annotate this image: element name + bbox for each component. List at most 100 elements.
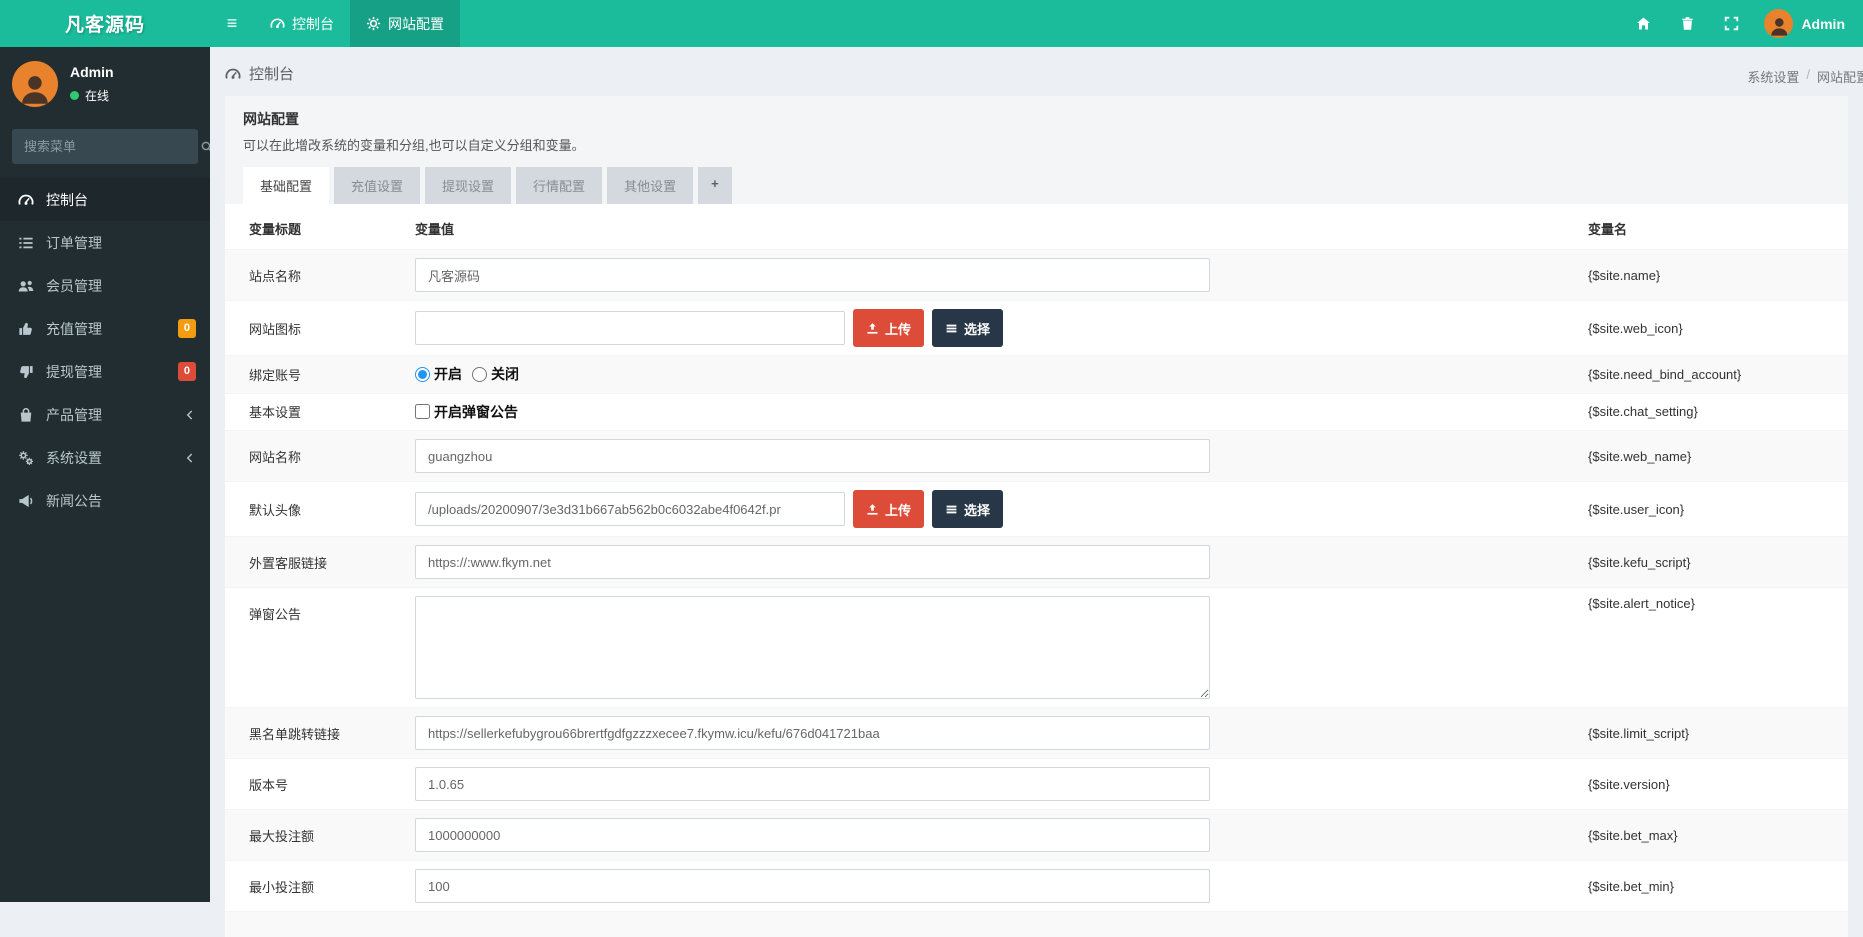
variable-name: {$site.web_name} — [1588, 448, 1692, 464]
site-bet-max-input[interactable] — [415, 818, 1210, 852]
sidebar-item-6[interactable]: 系统设置 — [0, 436, 210, 479]
sidebar-item-7[interactable]: 新闻公告 — [0, 479, 210, 522]
sidebar-search — [12, 129, 214, 164]
row-label: 黑名单跳转链接 — [249, 726, 341, 742]
chevron-left-icon — [184, 409, 196, 421]
clear-cache-button[interactable] — [1668, 0, 1706, 47]
status-badge: 0 — [177, 319, 196, 338]
sidebar-user-panel: Admin 在线 — [0, 47, 210, 121]
sidebar-item-label: 提现管理 — [46, 363, 102, 380]
config-panel: 网站配置 可以在此增改系统的变量和分组,也可以自定义分组和变量。 基础配置 充值设… — [225, 96, 1848, 937]
dashboard-icon — [270, 16, 285, 31]
sidebar: Admin 在线 控制台订单管理会员管理充值管理 0 提现管理 0 产品管理系统设置新闻… — [0, 47, 214, 902]
navbar-tabs: 控制台 网站配置 — [254, 0, 460, 47]
row-label: 网站图标 — [249, 321, 302, 337]
config-tab-0[interactable]: 基础配置 — [243, 167, 330, 204]
radio-option-0[interactable]: 开启 — [415, 364, 462, 384]
variable-name: {$site.name} — [1588, 267, 1661, 283]
navbar-tab-0[interactable]: 控制台 — [254, 0, 350, 47]
upload-button[interactable]: 上传 — [853, 309, 925, 347]
sidebar-item-label: 系统设置 — [46, 449, 102, 466]
table-row: 弹窗公告 {$site.alert_notice} — [225, 587, 1848, 708]
sidebar-item-4[interactable]: 提现管理 0 — [0, 350, 210, 393]
upload-button[interactable]: 上传 — [853, 490, 925, 528]
home-icon — [1636, 16, 1651, 31]
radio-option-1[interactable]: 关闭 — [472, 364, 519, 384]
select-button[interactable]: 选择 — [932, 490, 1004, 528]
sidebar-item-5[interactable]: 产品管理 — [0, 393, 210, 436]
site-alert-notice-textarea[interactable] — [415, 596, 1210, 699]
breadcrumb-section[interactable]: 系统设置 — [1747, 67, 1799, 86]
user-menu[interactable]: Admin — [1756, 9, 1845, 38]
config-tab-1[interactable]: 充值设置 — [334, 167, 421, 204]
upload-icon — [866, 322, 879, 335]
fullscreen-button[interactable] — [1712, 0, 1750, 47]
variable-name: {$site.alert_notice} — [1588, 596, 1695, 611]
navbar-tab-label: 控制台 — [292, 15, 334, 32]
table-header-row: 变量标题 变量值 变量名 — [225, 204, 1848, 250]
variable-name: {$site.kefu_script} — [1588, 554, 1691, 570]
site-kefu-script-input[interactable] — [415, 545, 1210, 579]
expand-icon — [1724, 16, 1739, 31]
sidebar-item-0[interactable]: 控制台 — [0, 178, 210, 221]
row-label: 站点名称 — [249, 268, 302, 284]
variable-name: {$site.bet_min} — [1588, 878, 1675, 894]
site-chat-setting-checkbox[interactable] — [415, 404, 430, 419]
config-tab-4[interactable]: 其他设置 — [607, 167, 694, 204]
row-label: 绑定账号 — [249, 367, 302, 383]
avatar — [12, 61, 58, 107]
site-user-icon-input[interactable] — [415, 492, 845, 526]
row-label: 默认头像 — [249, 502, 302, 518]
breadcrumb-separator: / — [1806, 67, 1810, 82]
site-bet-min-input[interactable] — [415, 869, 1210, 903]
sidebar-item-label: 充值管理 — [46, 320, 102, 337]
variable-name: {$site.version} — [1588, 776, 1670, 792]
sidebar-item-2[interactable]: 会员管理 — [0, 264, 210, 307]
bars-icon — [945, 322, 958, 335]
site-web-icon-input[interactable] — [415, 311, 845, 345]
search-input[interactable] — [24, 139, 200, 154]
table-row: 最小投注额 {$site.bet_min} — [225, 860, 1848, 912]
site-need-bind-account-radio-0[interactable] — [415, 366, 430, 382]
breadcrumb-page[interactable]: 网站配置 — [1817, 67, 1863, 86]
variable-name: {$site.chat_setting} — [1588, 404, 1698, 420]
row-value-cell — [415, 861, 1588, 912]
sidebar-item-1[interactable]: 订单管理 — [0, 221, 210, 264]
config-tab-3[interactable]: 行情配置 — [516, 167, 603, 204]
table-row: 网站名称 {$site.web_name} — [225, 430, 1848, 482]
select-button[interactable]: 选择 — [932, 309, 1004, 347]
gears-icon — [16, 450, 35, 466]
variable-name: {$site.web_icon} — [1588, 320, 1683, 336]
sidebar-item-3[interactable]: 充值管理 0 — [0, 307, 210, 350]
row-value-cell — [415, 588, 1588, 708]
sidebar-menu: 控制台 订单管理 会员管理充值管理 0 提现管理 0 产品管理系统设置新闻公告 — [0, 178, 210, 522]
thumb-up-icon — [16, 321, 35, 337]
site-version-input[interactable] — [415, 767, 1210, 801]
brand-logo[interactable]: 凡客源码 — [0, 0, 210, 47]
site-name-input[interactable] — [415, 258, 1210, 292]
checkbox-option-0[interactable]: 开启弹窗公告 — [415, 402, 518, 422]
dashboard-icon — [225, 66, 241, 82]
top-navbar: 凡客源码 ≡ 控制台 网站配置 Admin — [0, 0, 1863, 47]
status-badge: 0 — [177, 362, 196, 381]
column-header: 变量标题 — [249, 222, 302, 237]
site-limit-script-input[interactable] — [415, 716, 1210, 750]
panel-tabs: 基础配置 充值设置 提现设置 行情配置 其他设置 + — [243, 167, 1830, 204]
site-web-name-input[interactable] — [415, 439, 1210, 473]
table-row: 默认头像 上传选择 {$site.user_icon} — [225, 481, 1848, 537]
row-label: 最小投注额 — [249, 879, 315, 895]
table-row: 版本号 {$site.version} — [225, 758, 1848, 810]
navbar-tab-1[interactable]: 网站配置 — [350, 0, 460, 47]
hamburger-icon: ≡ — [226, 13, 238, 33]
sidebar-toggle-button[interactable]: ≡ — [210, 0, 254, 47]
upload-icon — [866, 503, 879, 516]
home-button[interactable] — [1624, 0, 1662, 47]
sidebar-item-label: 产品管理 — [46, 406, 102, 423]
add-tab-button[interactable]: + — [698, 167, 732, 204]
trash-icon — [1680, 16, 1695, 31]
row-value-cell: 开启弹窗公告 — [415, 393, 1588, 431]
variable-name: {$site.user_icon} — [1588, 501, 1685, 517]
main-content: 控制台 系统设置 / 网站配置 网站配置 可以在此增改系统的变量和分组,也可以自… — [210, 47, 1863, 937]
site-need-bind-account-radio-1[interactable] — [472, 366, 487, 382]
config-tab-2[interactable]: 提现设置 — [425, 167, 512, 204]
